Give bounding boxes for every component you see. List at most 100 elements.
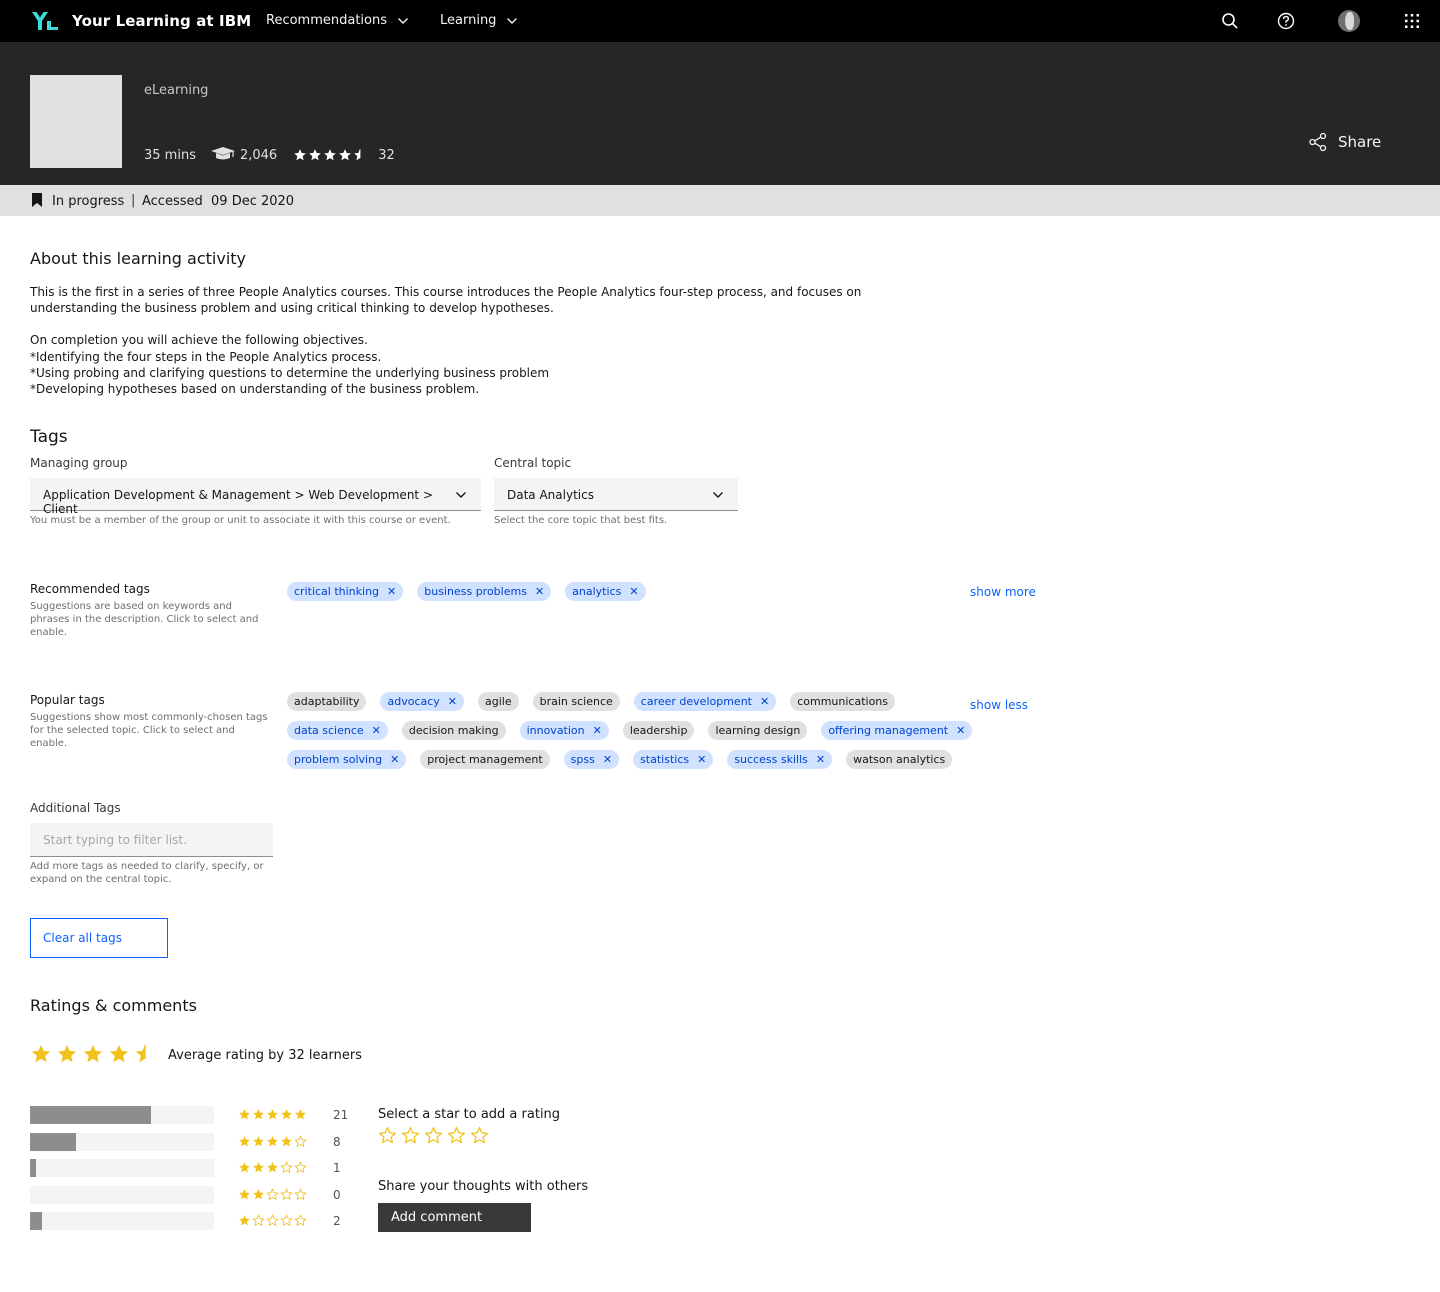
tag-chip[interactable]: data science ✕ xyxy=(287,721,388,740)
share-thoughts-label: Share your thoughts with others xyxy=(378,1179,589,1194)
popular-tags-label: Popular tags xyxy=(30,693,105,707)
tag-chip[interactable]: success skills ✕ xyxy=(727,750,833,769)
chevron-down-icon xyxy=(507,17,518,24)
managing-group-select[interactable]: Application Development & Management > W… xyxy=(30,478,481,516)
share-button[interactable]: Share xyxy=(1308,132,1381,152)
tag-chip[interactable]: offering management ✕ xyxy=(821,721,973,740)
central-topic-value: Data Analytics xyxy=(507,488,594,502)
close-icon[interactable]: ✕ xyxy=(603,750,612,769)
description-paragraph: This is the first in a series of three P… xyxy=(30,285,862,316)
tag-chip[interactable]: business problems ✕ xyxy=(417,582,552,601)
close-icon[interactable]: ✕ xyxy=(535,582,544,601)
about-title: About this learning activity xyxy=(30,249,247,268)
tag-chip-label: data science xyxy=(294,724,364,737)
rate-star-icon[interactable] xyxy=(401,1126,420,1145)
row-full-star-icon xyxy=(267,1162,278,1173)
rate-star-icon[interactable] xyxy=(378,1126,397,1145)
brand-title[interactable]: Your Learning at IBM xyxy=(72,12,251,30)
rating-full-star-icon xyxy=(294,149,307,161)
row-full-star-icon xyxy=(295,1109,306,1120)
tag-chip-label: business problems xyxy=(424,585,527,598)
rating-row-count: 21 xyxy=(333,1108,349,1122)
row-full-star-icon xyxy=(253,1109,264,1120)
tag-chip[interactable]: adaptability xyxy=(287,692,367,711)
rating-row-count: 0 xyxy=(333,1188,341,1202)
menu-learning[interactable]: Learning xyxy=(440,13,518,28)
avatar[interactable] xyxy=(1338,10,1360,32)
row-full-star-icon xyxy=(253,1136,264,1147)
row-full-star-icon xyxy=(253,1189,264,1200)
ratings-title: Ratings & comments xyxy=(30,996,197,1015)
tag-chip[interactable]: analytics ✕ xyxy=(565,582,646,601)
add-comment-button[interactable]: Add comment xyxy=(378,1203,531,1232)
objective-item: *Using probing and clarifying questions … xyxy=(30,365,550,380)
activity-type: eLearning xyxy=(144,83,209,98)
activity-thumbnail xyxy=(30,75,122,168)
rate-star-icon[interactable] xyxy=(470,1126,489,1145)
close-icon[interactable]: ✕ xyxy=(372,721,381,740)
tag-chip[interactable]: career development ✕ xyxy=(633,692,777,711)
rating-full-star-icon xyxy=(339,149,352,161)
about-description: This is the first in a series of three P… xyxy=(30,284,870,397)
tag-chip[interactable]: communications xyxy=(790,692,896,711)
search-icon[interactable] xyxy=(1220,11,1240,31)
tag-chip[interactable]: learning design xyxy=(708,721,808,740)
tag-chip[interactable]: decision making xyxy=(401,721,506,740)
tag-chip[interactable]: problem solving ✕ xyxy=(287,750,407,769)
close-icon[interactable]: ✕ xyxy=(816,750,825,769)
menu-recommendations[interactable]: Recommendations xyxy=(266,13,409,28)
close-icon[interactable]: ✕ xyxy=(760,692,769,711)
graduation-cap-icon xyxy=(210,147,235,160)
objective-item: *Developing hypotheses based on understa… xyxy=(30,382,480,397)
rate-star-icon[interactable] xyxy=(424,1126,443,1145)
show-less-link[interactable]: show less xyxy=(970,698,1028,712)
tag-chip-label: problem solving xyxy=(294,753,383,766)
additional-tags-input[interactable] xyxy=(30,823,273,857)
row-full-star-icon xyxy=(239,1109,250,1120)
tag-chip[interactable]: watson analytics xyxy=(846,750,953,769)
close-icon[interactable]: ✕ xyxy=(390,750,399,769)
rating-bar-track xyxy=(30,1212,214,1230)
top-navigation: Your Learning at IBM Recommendations Lea… xyxy=(0,0,1440,42)
central-topic-select[interactable]: Data Analytics xyxy=(494,478,738,511)
tag-chip[interactable]: critical thinking ✕ xyxy=(287,582,404,601)
popular-tags-row: adaptability advocacy ✕ agile brain science c… xyxy=(287,692,909,711)
close-icon[interactable]: ✕ xyxy=(593,721,602,740)
tag-chip[interactable]: statistics ✕ xyxy=(633,750,714,769)
row-full-star-icon xyxy=(281,1109,292,1120)
tag-chip[interactable]: agile xyxy=(478,692,519,711)
managing-group-value: Application Development & Management > W… xyxy=(43,488,433,516)
row-empty-star-icon xyxy=(266,1188,279,1200)
close-icon[interactable]: ✕ xyxy=(629,582,638,601)
rate-star-icon[interactable] xyxy=(447,1126,466,1145)
close-icon[interactable]: ✕ xyxy=(956,721,965,740)
central-topic-label: Central topic xyxy=(494,456,572,470)
objective-item: *Identifying the four steps in the Peopl… xyxy=(30,349,382,364)
apps-icon[interactable] xyxy=(1402,11,1422,31)
tag-chip[interactable]: advocacy ✕ xyxy=(380,692,465,711)
show-more-link[interactable]: show more xyxy=(970,585,1036,599)
tag-chip[interactable]: project management xyxy=(420,750,550,769)
tag-chip[interactable]: innovation ✕ xyxy=(519,721,609,740)
tag-chip[interactable]: brain science xyxy=(532,692,620,711)
rating-row-stars xyxy=(238,1161,308,1174)
tag-chip-label: success skills xyxy=(734,753,808,766)
row-empty-star-icon xyxy=(294,1135,307,1147)
rating-full-star-icon xyxy=(324,149,337,161)
tag-chip[interactable]: leadership xyxy=(622,721,695,740)
progress-status: In progress xyxy=(52,194,125,209)
tag-chip-label: innovation xyxy=(526,724,585,737)
tag-chip-label: agile xyxy=(485,695,512,708)
clear-all-tags-button[interactable]: Clear all tags xyxy=(30,918,168,958)
rating-row-stars xyxy=(238,1108,308,1121)
close-icon[interactable]: ✕ xyxy=(448,692,457,711)
status-separator: | xyxy=(131,193,136,208)
row-full-star-icon xyxy=(239,1189,250,1200)
tag-chip[interactable]: spss ✕ xyxy=(563,750,620,769)
logo-icon[interactable] xyxy=(31,10,59,32)
row-empty-star-icon xyxy=(280,1214,293,1226)
help-icon[interactable] xyxy=(1276,11,1296,31)
close-icon[interactable]: ✕ xyxy=(387,582,396,601)
rating-row-stars xyxy=(238,1135,308,1148)
close-icon[interactable]: ✕ xyxy=(697,750,706,769)
